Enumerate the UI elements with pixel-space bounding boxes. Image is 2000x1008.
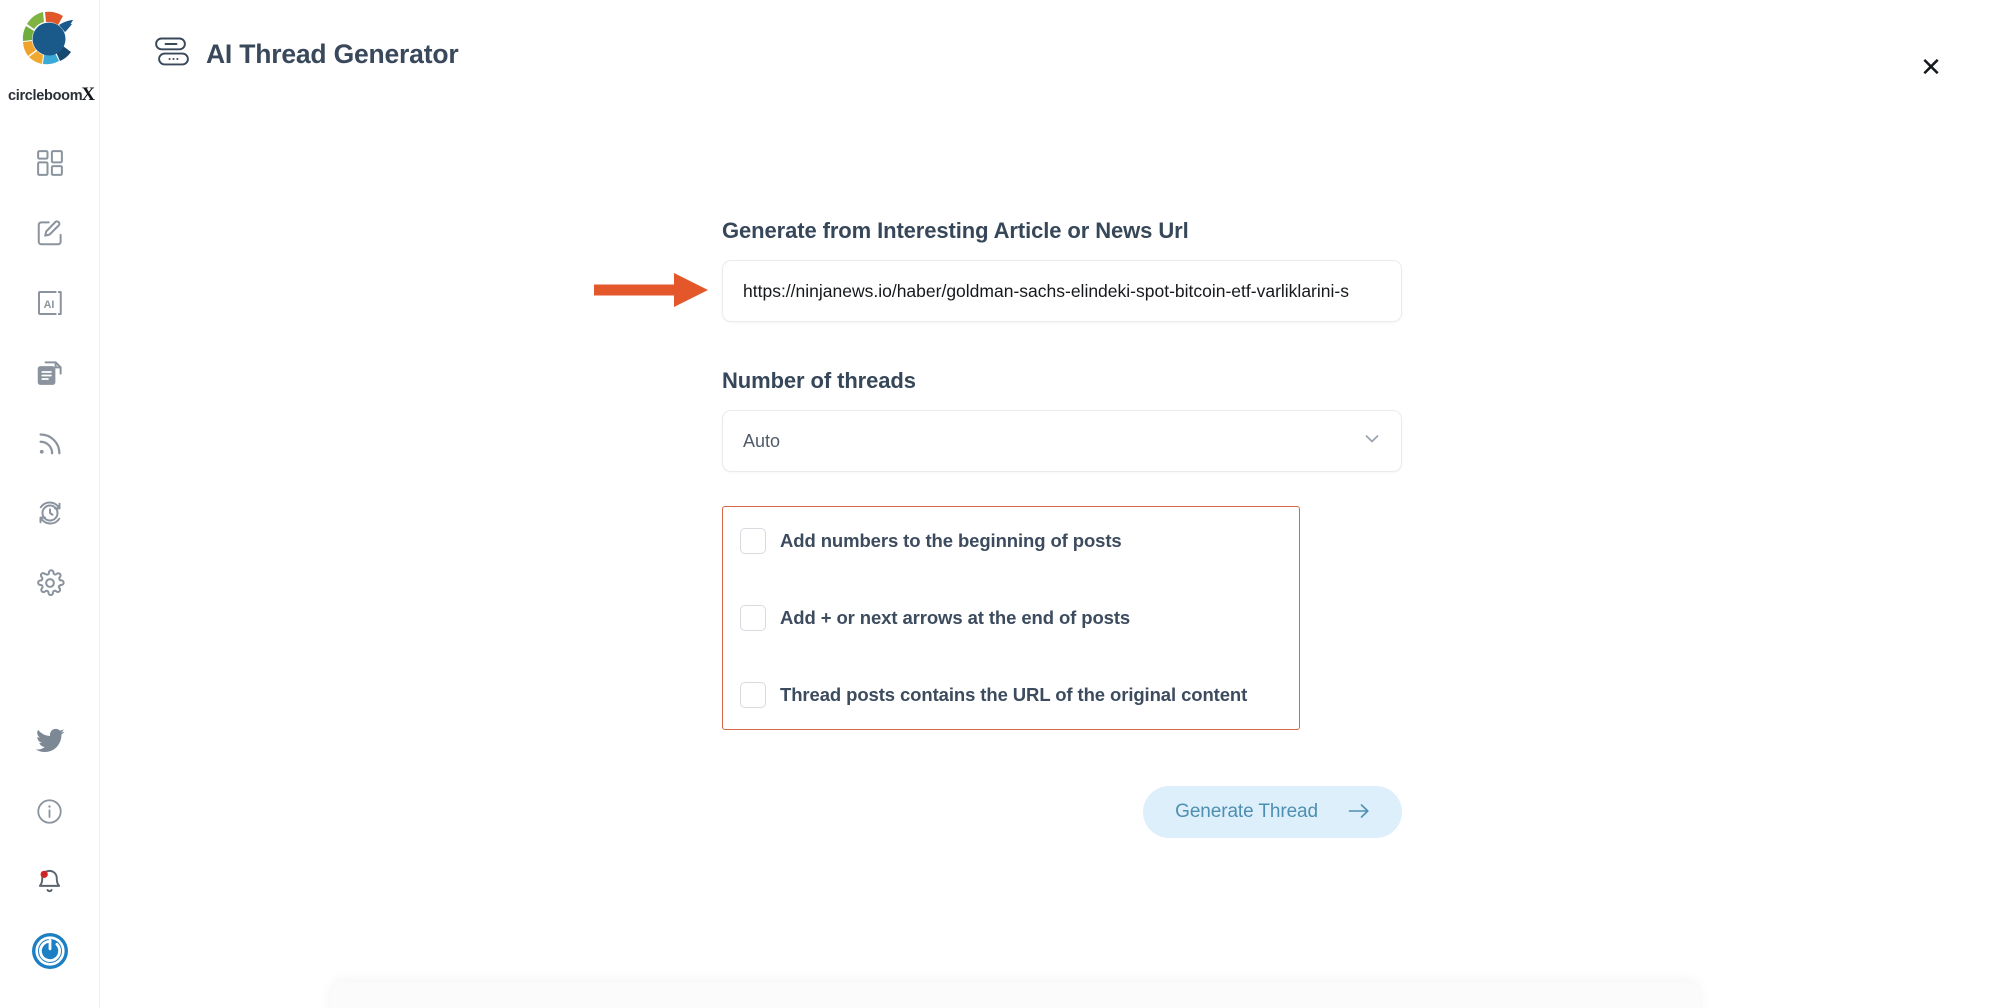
thread-bubbles-icon <box>152 35 192 74</box>
submit-row: Generate Thread <box>722 786 1402 838</box>
option-row-add-arrows[interactable]: Add + or next arrows at the end of posts <box>723 601 1299 635</box>
bell-icon <box>35 867 64 896</box>
thread-generator-form: Generate from Interesting Article or New… <box>722 218 1402 838</box>
sidebar-item-settings[interactable] <box>15 548 85 618</box>
generate-thread-button[interactable]: Generate Thread <box>1143 786 1402 838</box>
brand-wordmark-text: circleboom <box>7 88 83 104</box>
gear-icon <box>35 568 65 598</box>
threads-field-label: Number of threads <box>722 368 916 393</box>
generate-thread-button-label: Generate Thread <box>1175 801 1318 822</box>
header-title-group: AI Thread Generator <box>152 35 459 74</box>
sidebar-item-dashboard[interactable] <box>15 128 85 198</box>
sidebar-item-rss[interactable] <box>15 408 85 478</box>
copy-documents-icon <box>35 358 65 388</box>
sidebar-bottom-nav <box>15 706 85 1008</box>
threads-select[interactable]: Auto <box>722 410 1402 472</box>
sidebar-item-info[interactable] <box>15 776 85 846</box>
sidebar-item-ai[interactable]: AI <box>15 268 85 338</box>
twitter-bird-icon <box>35 728 65 754</box>
circleboom-logo-icon <box>18 8 82 70</box>
rss-feed-icon <box>35 428 65 458</box>
thread-options-group: Add numbers to the beginning of posts Ad… <box>722 506 1300 730</box>
checkbox-include-url[interactable] <box>740 682 766 708</box>
edit-pencil-icon <box>35 218 65 248</box>
sidebar-item-compose[interactable] <box>15 198 85 268</box>
option-row-add-numbers[interactable]: Add numbers to the beginning of posts <box>723 524 1299 558</box>
ai-box-icon: AI <box>35 288 65 318</box>
checkbox-add-arrows[interactable] <box>740 605 766 631</box>
url-field-block: Generate from Interesting Article or New… <box>722 218 1402 322</box>
close-icon[interactable]: ✕ <box>1914 50 1948 84</box>
option-label-include-url: Thread posts contains the URL of the ori… <box>780 684 1248 705</box>
brand-wordmark: circleboom X <box>4 84 100 106</box>
url-field-label: Generate from Interesting Article or New… <box>722 218 1189 243</box>
arrow-right-annotation-icon <box>592 267 712 313</box>
sidebar-item-account[interactable] <box>15 916 85 986</box>
svg-text:AI: AI <box>43 299 54 311</box>
brand-logo[interactable]: circleboom X <box>0 0 100 105</box>
dashboard-grid-icon <box>35 148 65 178</box>
threads-select-wrap: Auto <box>722 410 1402 472</box>
app-root: circleboom X AI AI Thread Generator ✕ Ge… <box>0 0 2000 1008</box>
sidebar-item-library[interactable] <box>15 338 85 408</box>
sidebar: circleboom X AI <box>0 0 100 1008</box>
bottom-panel <box>330 982 1700 1008</box>
sidebar-item-queue[interactable] <box>15 478 85 548</box>
checkbox-add-numbers[interactable] <box>740 528 766 554</box>
sidebar-item-twitter[interactable] <box>15 706 85 776</box>
brand-x-mark: X <box>81 84 96 105</box>
sidebar-nav: AI <box>15 128 85 618</box>
schedule-clock-icon <box>35 498 65 528</box>
page-header: AI Thread Generator ✕ <box>100 0 2000 108</box>
option-label-add-arrows: Add + or next arrows at the end of posts <box>780 607 1131 628</box>
option-label-add-numbers: Add numbers to the beginning of posts <box>780 530 1122 551</box>
option-row-include-url[interactable]: Thread posts contains the URL of the ori… <box>723 678 1299 712</box>
threads-field-block: Number of threads Auto <box>722 368 1402 472</box>
arrow-right-icon <box>1348 802 1370 823</box>
url-input[interactable]: https://ninjanews.io/haber/goldman-sachs… <box>722 260 1402 322</box>
info-circle-icon <box>35 797 64 826</box>
notification-badge-dot <box>40 870 48 878</box>
page-title: AI Thread Generator <box>206 38 459 69</box>
power-circle-icon <box>30 931 70 971</box>
sidebar-item-notifications[interactable] <box>15 846 85 916</box>
